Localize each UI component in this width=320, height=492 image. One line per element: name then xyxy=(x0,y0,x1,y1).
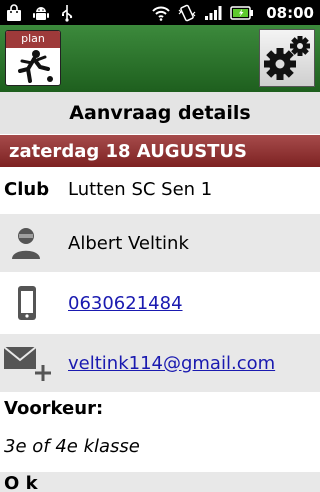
page-title: Aanvraag details xyxy=(0,92,320,134)
preference-value: 3e of 4e klasse xyxy=(0,426,320,466)
signal-icon xyxy=(205,5,222,20)
person-icon xyxy=(12,228,40,259)
usb-icon xyxy=(62,4,73,22)
gears-icon xyxy=(264,36,310,80)
email-row: veltink114@gmail.com xyxy=(0,334,320,392)
plan-button-label: plan xyxy=(21,32,45,45)
phone-link[interactable]: 0630621484 xyxy=(68,293,183,314)
phone-icon xyxy=(18,286,36,320)
contact-name: Albert Veltink xyxy=(68,232,189,254)
club-label: Club xyxy=(4,179,50,200)
next-detail-label: O k xyxy=(4,473,38,492)
email-link[interactable]: veltink114@gmail.com xyxy=(68,353,275,374)
player-kick-icon xyxy=(18,50,53,83)
android-icon xyxy=(33,6,49,20)
club-row: Club Lutten SC Sen 1 xyxy=(0,167,320,212)
wifi-icon xyxy=(152,6,170,21)
add-email-icon xyxy=(3,346,51,381)
plan-button[interactable]: plan xyxy=(5,30,61,86)
shopping-bag-icon xyxy=(7,3,21,21)
status-bar: 08:00 xyxy=(0,0,320,25)
settings-button[interactable] xyxy=(259,29,315,87)
vibrate-icon xyxy=(178,4,196,21)
status-bar-notifications xyxy=(6,3,74,22)
battery-icon xyxy=(230,5,254,20)
clock: 08:00 xyxy=(266,3,314,22)
next-detail-row: O k xyxy=(0,472,320,492)
preference-label: Voorkeur: xyxy=(0,392,320,424)
app-toolbar: plan xyxy=(0,25,320,92)
phone-row: 0630621484 xyxy=(0,274,320,332)
date-header: zaterdag 18 AUGUSTUS xyxy=(0,135,320,167)
contact-person-row[interactable]: Albert Veltink xyxy=(0,214,320,272)
club-value: Lutten SC Sen 1 xyxy=(68,179,213,200)
status-bar-system: 08:00 xyxy=(152,3,314,22)
